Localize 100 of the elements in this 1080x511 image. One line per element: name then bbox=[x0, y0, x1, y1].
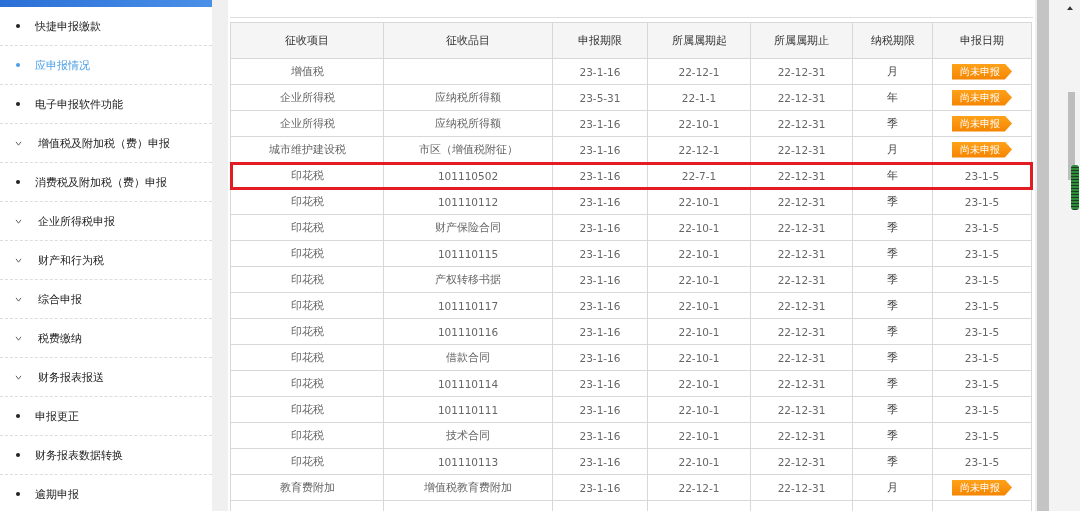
sidebar-item[interactable]: 电子申报软件功能 bbox=[0, 85, 212, 124]
table-cell: 22-12-31 bbox=[777, 325, 826, 338]
meter-icon bbox=[1071, 165, 1079, 210]
table-cell: 印花税 bbox=[290, 272, 324, 285]
table-cell: 23-1-16 bbox=[579, 221, 621, 234]
table-cell: 23-1-5 bbox=[964, 195, 1000, 208]
table-cell: 23-1-5 bbox=[964, 247, 1000, 260]
table-cell: 23-1-16 bbox=[579, 455, 621, 468]
table-cell: 23-1-16 bbox=[579, 65, 621, 78]
table-cell: 22-12-1 bbox=[678, 143, 720, 156]
table-cell: 23-1-16 bbox=[579, 169, 621, 182]
table-cell: 22-10-1 bbox=[678, 195, 720, 208]
table-cell: 23-1-16 bbox=[579, 143, 621, 156]
sidebar-item[interactable]: 增值税及附加税（费）申报 bbox=[0, 124, 212, 163]
table-cell: 101110115 bbox=[437, 247, 499, 260]
table-cell: 22-12-31 bbox=[777, 299, 826, 312]
scrollbar-thumb[interactable] bbox=[1068, 92, 1075, 180]
sidebar-item[interactable]: 财务报表数据转换 bbox=[0, 436, 212, 475]
bullet-icon bbox=[16, 102, 20, 106]
sidebar-item[interactable]: 逾期申报 bbox=[0, 475, 212, 511]
table-cell: 22-12-31 bbox=[777, 91, 826, 104]
table-cell: 22-10-1 bbox=[678, 351, 720, 364]
table-cell: 季 bbox=[887, 220, 898, 233]
table-cell: 年 bbox=[887, 90, 898, 103]
sidebar-item[interactable]: 企业所得税申报 bbox=[0, 202, 212, 241]
column-header: 申报日期 bbox=[932, 22, 1032, 59]
table-cell: 22-12-31 bbox=[777, 143, 826, 156]
table-cell: 财产保险合同 bbox=[435, 220, 501, 233]
table-cell: 月 bbox=[887, 64, 898, 77]
sidebar-item[interactable]: 快捷申报缴款 bbox=[0, 7, 212, 46]
table-cell: 企业所得税 bbox=[279, 90, 335, 103]
table-cell: 23-1-16 bbox=[579, 117, 621, 130]
table-cell: 23-1-16 bbox=[579, 325, 621, 338]
table-cell: 季 bbox=[887, 350, 898, 363]
table-cell: 23-1-16 bbox=[579, 351, 621, 364]
table-cell: 应纳税所得额 bbox=[435, 116, 501, 129]
table-cell: 22-10-1 bbox=[678, 325, 720, 338]
table-cell: 22-12-1 bbox=[678, 65, 720, 78]
sidebar-item[interactable]: 消费税及附加税（费）申报 bbox=[0, 163, 212, 202]
table-cell: 22-12-31 bbox=[777, 429, 826, 442]
column-header: 纳税期限 bbox=[852, 22, 933, 59]
table-cell: 22-12-31 bbox=[777, 221, 826, 234]
bullet-icon bbox=[16, 453, 20, 457]
table-cell: 23-1-5 bbox=[964, 403, 1000, 416]
table-cell: 101110117 bbox=[437, 299, 499, 312]
table-cell: 月 bbox=[887, 142, 898, 155]
table-cell: 22-10-1 bbox=[678, 273, 720, 286]
table-cell: 101110112 bbox=[437, 195, 499, 208]
table-cell: 增值税教育费附加 bbox=[424, 480, 512, 493]
table-cell: 22-12-31 bbox=[777, 247, 826, 260]
table-cell: 23-1-16 bbox=[579, 403, 621, 416]
table-cell: 23-1-16 bbox=[579, 273, 621, 286]
table-cell: 技术合同 bbox=[446, 428, 490, 441]
table-cell: 印花税 bbox=[290, 402, 324, 415]
table-cell: 印花税 bbox=[290, 168, 324, 181]
table-cell: 季 bbox=[887, 298, 898, 311]
table-cell: 22-12-31 bbox=[777, 273, 826, 286]
table-cell: 市区（增值税附征） bbox=[418, 142, 518, 155]
table-cell: 印花税 bbox=[290, 246, 324, 259]
table-cell: 22-12-31 bbox=[777, 351, 826, 364]
table-cell: 印花税 bbox=[290, 298, 324, 311]
bullet-icon bbox=[16, 492, 20, 496]
table-cell: 季 bbox=[887, 246, 898, 259]
table-cell: 23-1-5 bbox=[964, 429, 1000, 442]
table-cell: 22-12-31 bbox=[777, 403, 826, 416]
table-cell: 季 bbox=[887, 116, 898, 129]
table-cell: 101110111 bbox=[437, 403, 499, 416]
table-cell: 22-10-1 bbox=[678, 429, 720, 442]
table-cell: 印花税 bbox=[290, 428, 324, 441]
sidebar-item[interactable]: 综合申报 bbox=[0, 280, 212, 319]
chevron-down-icon bbox=[15, 257, 22, 263]
table-cell: 22-10-1 bbox=[678, 403, 720, 416]
table-cell: 23-1-5 bbox=[964, 455, 1000, 468]
chevron-down-icon bbox=[15, 140, 22, 146]
table-cell: 产权转移书据 bbox=[435, 272, 501, 285]
table-cell: 101110114 bbox=[437, 377, 499, 390]
table-cell: 23-1-16 bbox=[579, 195, 621, 208]
table-cell: 22-10-1 bbox=[678, 247, 720, 260]
table-cell: 季 bbox=[887, 454, 898, 467]
table-cell: 22-1-1 bbox=[681, 91, 717, 104]
bullet-icon bbox=[16, 180, 20, 184]
sidebar-item[interactable]: 税费缴纳 bbox=[0, 319, 212, 358]
table-cell: 23-1-5 bbox=[964, 377, 1000, 390]
chevron-down-icon bbox=[15, 335, 22, 341]
bullet-icon bbox=[16, 63, 20, 67]
chevron-down-icon bbox=[15, 296, 22, 302]
table-cell: 22-12-31 bbox=[777, 377, 826, 390]
sidebar-item[interactable]: 申报更正 bbox=[0, 397, 212, 436]
sidebar-item[interactable]: 财产和行为税 bbox=[0, 241, 212, 280]
table-cell: 101110113 bbox=[437, 455, 499, 468]
table-cell: 23-5-31 bbox=[579, 91, 621, 104]
bullet-icon bbox=[16, 24, 20, 28]
column-header: 征收项目 bbox=[230, 22, 384, 59]
table-cell: 季 bbox=[887, 194, 898, 207]
sidebar-item[interactable]: 财务报表报送 bbox=[0, 358, 212, 397]
table-cell: 印花税 bbox=[290, 194, 324, 207]
table-cell: 借款合同 bbox=[446, 350, 490, 363]
table-cell: 23-1-5 bbox=[964, 221, 1000, 234]
table-cell: 22-10-1 bbox=[678, 377, 720, 390]
table-cell: 印花税 bbox=[290, 220, 324, 233]
